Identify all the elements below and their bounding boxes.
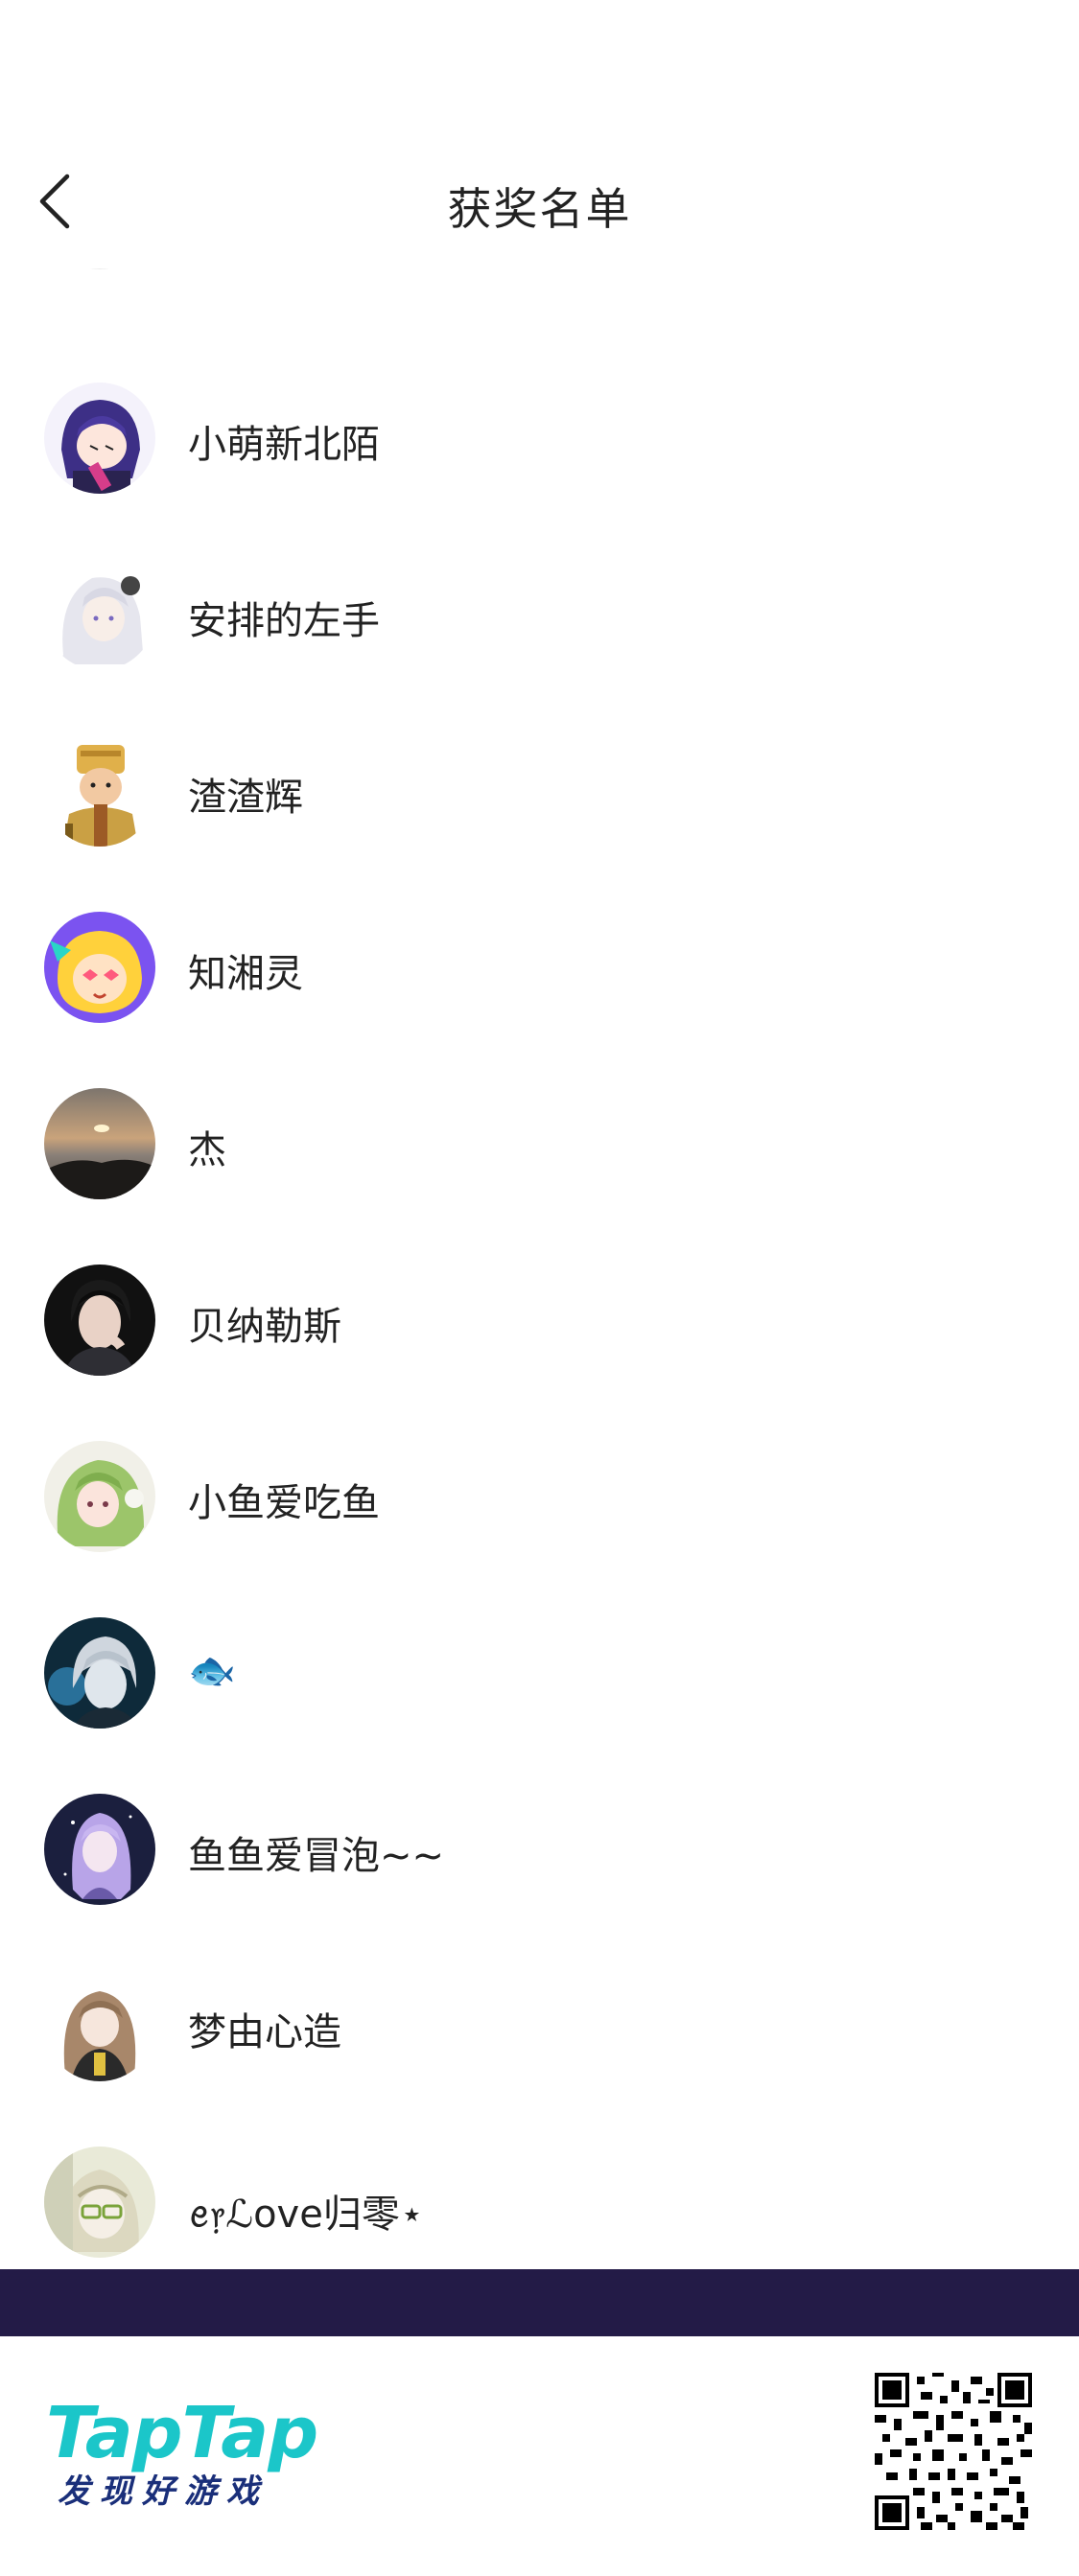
avatar <box>44 1794 155 1905</box>
list-item: ꫀ᥅ℒove归零⋆ <box>0 2114 1079 2269</box>
winner-name: 🐟 <box>188 1649 236 1693</box>
avatar <box>44 383 155 494</box>
avatar <box>44 1265 155 1376</box>
avatar <box>44 912 155 1023</box>
winner-name: 小鱼爱吃鱼 <box>188 1481 380 1525</box>
winner-name: 知湘灵 <box>188 952 303 996</box>
list-item: 鱼鱼爱冒泡~~ <box>0 1761 1079 1938</box>
winner-name: 贝纳勒斯 <box>188 1305 341 1349</box>
taptap-logo: TapTap <box>46 2392 318 2474</box>
winner-name: 杰 <box>188 1128 226 1172</box>
winner-list[interactable]: 小萌新北陌 安排的左手 渣渣辉 知湘灵 杰 贝纳勒斯 小鱼爱吃鱼 🐟 鱼鱼爱冒泡… <box>0 0 1079 2269</box>
list-item: 梦由心造 <box>0 1938 1079 2114</box>
winner-name: 渣渣辉 <box>188 776 303 820</box>
avatar <box>44 1617 155 1729</box>
page-title: 获奖名单 <box>447 183 632 235</box>
list-item: 知湘灵 <box>0 879 1079 1056</box>
avatar <box>44 559 155 670</box>
slogan: 发现好游戏 <box>58 2472 269 2511</box>
avatar <box>44 2147 155 2258</box>
list-item: 小鱼爱吃鱼 <box>0 1408 1079 1585</box>
list-item: 小萌新北陌 <box>0 350 1079 526</box>
footer: TapTap 发现好游戏 <box>0 2336 1079 2576</box>
list-item: 安排的左手 <box>0 526 1079 703</box>
winner-name: 梦由心造 <box>188 2010 341 2054</box>
winner-name: 安排的左手 <box>188 599 380 643</box>
winner-name: 鱼鱼爱冒泡~~ <box>188 1834 445 1878</box>
avatar <box>44 735 155 847</box>
list-item: 渣渣辉 <box>0 703 1079 879</box>
qr-code-icon <box>875 2373 1032 2530</box>
list-item: 🐟 <box>0 1585 1079 1761</box>
list-item: 贝纳勒斯 <box>0 1232 1079 1408</box>
avatar <box>44 1088 155 1199</box>
avatar <box>44 1441 155 1552</box>
winner-name: ꫀ᥅ℒove归零⋆ <box>188 2193 424 2237</box>
winner-name: 小萌新北陌 <box>188 423 380 467</box>
avatar <box>44 1970 155 2081</box>
top-bar: 获奖名单 <box>0 0 1079 268</box>
list-item: 杰 <box>0 1056 1079 1232</box>
footer-divider-bar <box>0 2269 1079 2336</box>
